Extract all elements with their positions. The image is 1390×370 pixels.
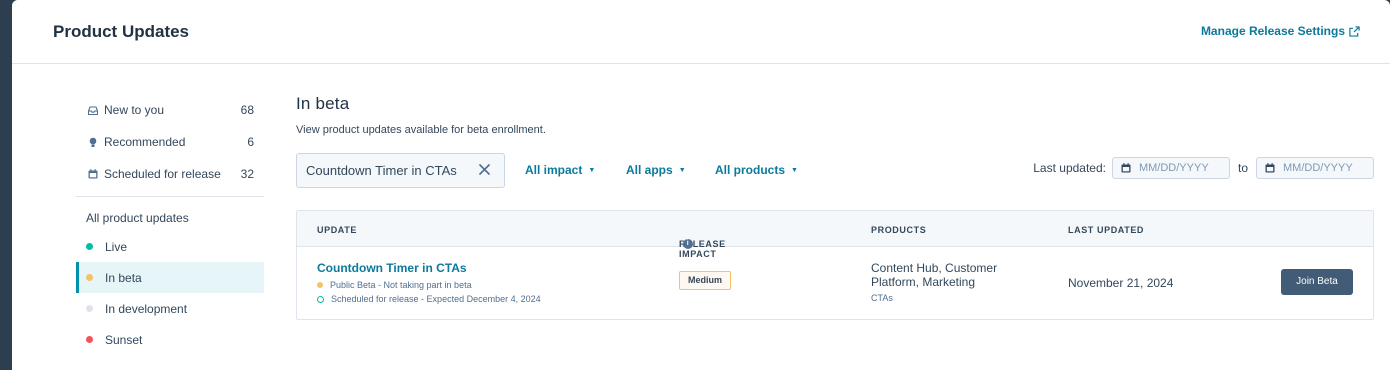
search-filter-chip[interactable]: Countdown Timer in CTAs (296, 153, 505, 188)
external-link-icon (1349, 25, 1360, 37)
update-status-text: Public Beta - Not taking part in beta (330, 280, 472, 290)
last-updated-cell: November 21, 2024 (1068, 276, 1174, 290)
sidebar-heading[interactable]: All product updates (76, 205, 264, 231)
sidebar-status-in-beta[interactable]: In beta (76, 262, 264, 293)
date-to-label: to (1237, 161, 1248, 175)
lightbulb-icon (88, 137, 98, 147)
update-schedule-text: Scheduled for release - Expected Decembe… (331, 294, 541, 304)
status-dot (86, 274, 93, 281)
status-dot (86, 336, 93, 343)
date-from-placeholder: MM/DD/YYYY (1138, 162, 1209, 174)
sidebar-status-in-development[interactable]: In development (76, 293, 264, 324)
update-status-line: Public Beta - Not taking part in beta (317, 280, 472, 290)
sidebar-item-label: New to you (104, 103, 165, 117)
scheduled-ring-icon (317, 295, 324, 303)
sidebar-status-label: In beta (105, 270, 142, 285)
join-beta-button[interactable]: Join Beta (1281, 269, 1353, 295)
update-schedule-line: Scheduled for release - Expected Decembe… (317, 294, 541, 304)
status-dot (86, 243, 93, 250)
column-header-update[interactable]: UPDATE (317, 225, 357, 235)
caret-down-icon: ▼ (588, 167, 596, 174)
sidebar-status-label: Live (105, 239, 128, 254)
page-content: New to you 68 Recommended 6 Scheduled fo… (12, 64, 1390, 370)
page-header: Product Updates Manage Release Settings (12, 0, 1390, 64)
sidebar-item-label: Recommended (104, 135, 186, 149)
filter-label: All impact (525, 163, 583, 177)
calendar-icon (1265, 163, 1275, 173)
impact-badge: Medium (679, 271, 732, 290)
sidebar-item-label: Scheduled for release (104, 167, 221, 181)
sidebar-item-count: 32 (240, 167, 254, 181)
sidebar-divider (76, 196, 264, 197)
status-dot (317, 282, 323, 288)
page-title: Product Updates (53, 22, 190, 41)
sidebar-item-scheduled[interactable]: Scheduled for release 32 (76, 158, 264, 190)
update-name-link[interactable]: Countdown Timer in CTAs (317, 261, 467, 275)
manage-link-label: Manage Release Settings (1200, 24, 1345, 38)
sidebar-item-count: 68 (240, 103, 254, 117)
filter-products-dropdown[interactable]: All products ▼ (715, 163, 798, 177)
app-frame: Product Updates Manage Release Settings … (12, 0, 1390, 370)
filter-bar: Countdown Timer in CTAs All impact ▼ All … (296, 153, 1374, 189)
sidebar-item-new-to-you[interactable]: New to you 68 (76, 94, 264, 126)
section-description: View product updates available for beta … (296, 124, 546, 136)
products-text: Content Hub, Customer Platform, Marketin… (871, 261, 998, 289)
filter-label: All products (715, 163, 786, 177)
date-from-input[interactable]: MM/DD/YYYY (1111, 157, 1230, 179)
updates-table: UPDATE RELEASE IMPACT i PRODUCTS LAST UPD… (296, 210, 1374, 320)
last-updated-filter: Last updated: MM/DD/YYYY to MM/DD/YYYY (1033, 157, 1374, 179)
sidebar-item-count: 6 (247, 135, 254, 149)
sidebar-status-label: In development (105, 301, 188, 316)
date-to-input[interactable]: MM/DD/YYYY (1256, 157, 1374, 179)
column-header-last-updated[interactable]: LAST UPDATED (1068, 225, 1144, 235)
products-subtext: CTAs (871, 293, 893, 303)
clear-search-icon[interactable] (478, 163, 491, 179)
sidebar: New to you 68 Recommended 6 Scheduled fo… (76, 94, 264, 355)
sidebar-status-label: Sunset (105, 332, 143, 347)
caret-down-icon: ▼ (791, 167, 798, 174)
filter-apps-dropdown[interactable]: All apps ▼ (626, 163, 686, 177)
inbox-icon (88, 105, 98, 115)
products-cell: Content Hub, Customer Platform, Marketin… (871, 261, 1031, 305)
main-panel: In beta View product updates available f… (296, 94, 1374, 320)
filter-impact-dropdown[interactable]: All impact ▼ (525, 163, 595, 177)
date-to-placeholder: MM/DD/YYYY (1283, 162, 1353, 174)
table-row: Countdown Timer in CTAs Public Beta - No… (297, 247, 1373, 319)
calendar-icon (1121, 163, 1131, 173)
sidebar-status-live[interactable]: Live (76, 231, 264, 262)
sidebar-status-sunset[interactable]: Sunset (76, 324, 264, 355)
calendar-icon (88, 169, 98, 179)
caret-down-icon: ▼ (678, 167, 686, 174)
section-title: In beta (296, 94, 350, 113)
column-header-products[interactable]: PRODUCTS (871, 225, 926, 235)
filter-label: All apps (626, 163, 673, 177)
manage-release-settings-link[interactable]: Manage Release Settings (1201, 24, 1360, 38)
status-dot (86, 305, 93, 312)
table-header: UPDATE RELEASE IMPACT i PRODUCTS LAST UPD… (297, 211, 1373, 259)
last-updated-label: Last updated: (1033, 161, 1106, 175)
search-chip-value: Countdown Timer in CTAs (306, 163, 457, 178)
sidebar-item-recommended[interactable]: Recommended 6 (76, 126, 264, 158)
